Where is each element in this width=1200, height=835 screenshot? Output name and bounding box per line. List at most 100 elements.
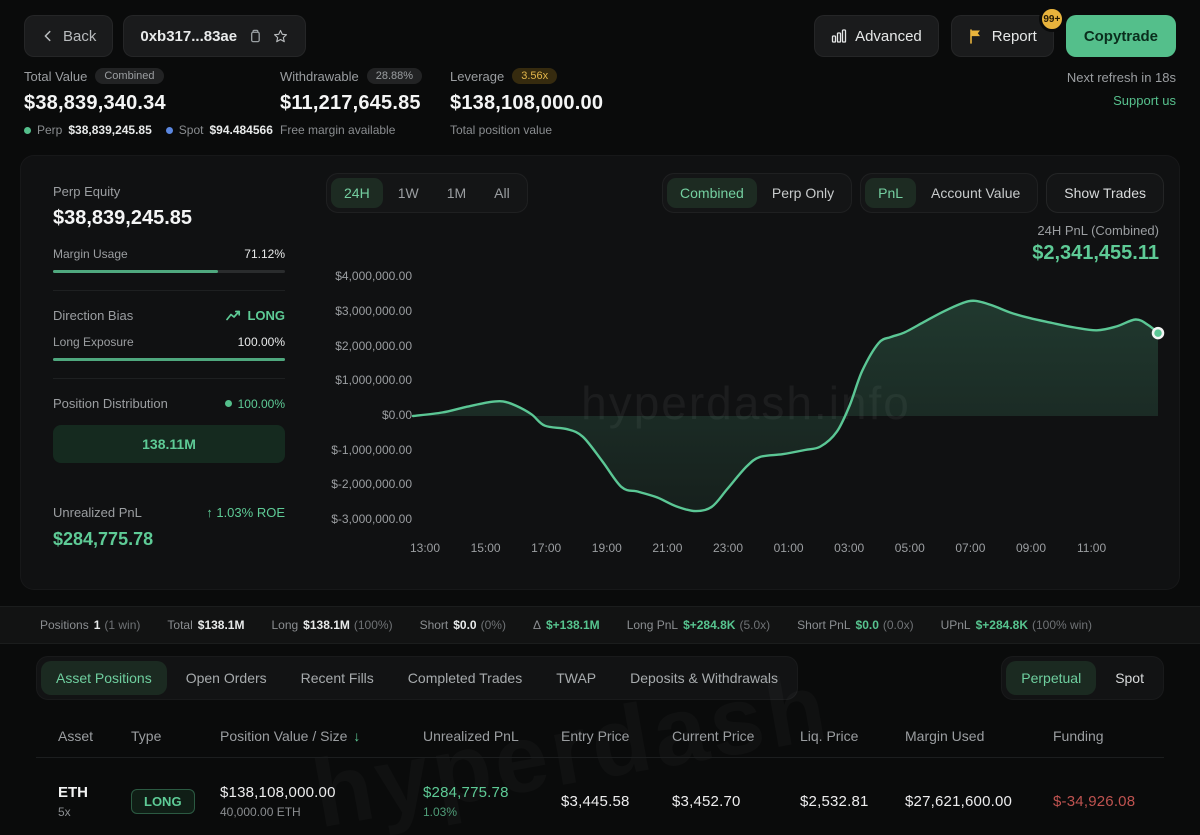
perp-value: $38,839,245.85 bbox=[68, 123, 151, 137]
star-icon[interactable] bbox=[272, 28, 289, 45]
report-button[interactable]: Report 99+ bbox=[951, 15, 1054, 57]
position-distribution-value: 100.00% bbox=[225, 397, 285, 411]
tab-recent-fills[interactable]: Recent Fills bbox=[286, 661, 389, 695]
mode-combined[interactable]: Combined bbox=[667, 178, 757, 208]
perp-label: Perp bbox=[37, 123, 62, 137]
leverage-badge: 3.56x bbox=[512, 68, 557, 84]
wallet-address: 0xb317...83ae bbox=[140, 28, 237, 45]
leverage-value: $138,108,000.00 bbox=[450, 92, 603, 115]
position-type-badge: LONG bbox=[131, 789, 195, 814]
mode-toggle: Combined Perp Only bbox=[662, 173, 852, 213]
range-tab-1m[interactable]: 1M bbox=[434, 178, 479, 208]
mode-perp-only[interactable]: Perp Only bbox=[759, 178, 847, 208]
advanced-label: Advanced bbox=[855, 28, 922, 45]
perp-dot-icon bbox=[24, 127, 31, 134]
leverage-label: Leverage bbox=[450, 69, 504, 84]
row-unrealized-pnl-pct: 1.03% bbox=[423, 805, 561, 819]
range-tab-24h[interactable]: 24H bbox=[331, 178, 383, 208]
chart-endpoint-marker bbox=[1153, 328, 1163, 338]
long-exposure-bar bbox=[53, 358, 285, 361]
back-label: Back bbox=[63, 28, 96, 45]
metric-pnl[interactable]: PnL bbox=[865, 178, 916, 208]
report-count-badge: 99+ bbox=[1039, 6, 1065, 32]
back-button[interactable]: Back bbox=[24, 15, 113, 57]
summary-short-pnl: Short PnL$0.0(0.0x) bbox=[797, 618, 913, 632]
divider bbox=[53, 290, 285, 291]
spot-value: $94.484566 bbox=[209, 123, 272, 137]
long-exposure-label: Long Exposure bbox=[53, 335, 134, 349]
copy-icon[interactable] bbox=[247, 28, 262, 44]
column-header[interactable]: Asset bbox=[58, 728, 131, 744]
divider bbox=[36, 757, 1164, 758]
support-us-link[interactable]: Support us bbox=[1067, 93, 1176, 108]
tab-deposits-withdrawals[interactable]: Deposits & Withdrawals bbox=[615, 661, 793, 695]
toggle-spot[interactable]: Spot bbox=[1100, 661, 1159, 695]
top-bar: Back 0xb317...83ae Advanced Report 99+ C… bbox=[24, 14, 1176, 58]
advanced-button[interactable]: Advanced bbox=[814, 15, 939, 57]
toggle-perpetual[interactable]: Perpetual bbox=[1006, 661, 1096, 695]
withdrawable-label: Withdrawable bbox=[280, 69, 359, 84]
range-tab-1w[interactable]: 1W bbox=[385, 178, 432, 208]
range-tab-all[interactable]: All bbox=[481, 178, 523, 208]
entry-price: $3,445.58 bbox=[561, 793, 672, 810]
combined-badge: Combined bbox=[95, 68, 163, 84]
pnl-area-chart[interactable] bbox=[381, 259, 1171, 559]
distribution-dot-icon bbox=[225, 400, 232, 407]
margin-usage-bar bbox=[53, 270, 285, 273]
wallet-address-pill[interactable]: 0xb317...83ae bbox=[123, 15, 306, 57]
direction-bias-value: LONG bbox=[226, 308, 285, 323]
column-header[interactable]: Margin Used bbox=[905, 728, 1053, 744]
spot-dot-icon bbox=[166, 127, 173, 134]
perp-equity-value: $38,839,245.85 bbox=[53, 207, 285, 230]
summary-delta: Δ$+138.1M bbox=[533, 618, 600, 632]
margin-usage-label: Margin Usage bbox=[53, 247, 128, 261]
position-size: 40,000.00 ETH bbox=[220, 805, 423, 819]
equity-chart-card: Perp Equity $38,839,245.85 Margin Usage … bbox=[20, 155, 1180, 590]
trend-up-icon bbox=[226, 310, 241, 321]
table-row-eth[interactable]: ETH 5x LONG $138,108,000.00 40,000.00 ET… bbox=[36, 770, 1164, 832]
metric-account-value[interactable]: Account Value bbox=[918, 178, 1033, 208]
funding: $-34,926.08 bbox=[1053, 793, 1164, 810]
total-value: $38,839,340.34 bbox=[24, 92, 273, 115]
column-header[interactable]: Position Value / Size↓ bbox=[220, 728, 423, 744]
report-label: Report bbox=[992, 28, 1037, 45]
account-stats: Total Value Combined $38,839,340.34 Perp… bbox=[24, 68, 1176, 140]
margin-used: $27,621,600.00 bbox=[905, 793, 1053, 810]
column-header[interactable]: Type bbox=[131, 728, 220, 744]
withdrawable-sub: Free margin available bbox=[280, 123, 422, 137]
column-header[interactable]: Current Price bbox=[672, 728, 800, 744]
tab-completed-trades[interactable]: Completed Trades bbox=[393, 661, 537, 695]
perp-equity-label: Perp Equity bbox=[53, 184, 285, 199]
tab-twap[interactable]: TWAP bbox=[541, 661, 611, 695]
section-tabs: Asset Positions Open Orders Recent Fills… bbox=[36, 656, 798, 700]
withdrawable-value: $11,217,645.85 bbox=[280, 92, 422, 115]
account-panel: Perp Equity $38,839,245.85 Margin Usage … bbox=[53, 184, 285, 550]
chart-pnl-label: 24H PnL (Combined) bbox=[1037, 223, 1159, 238]
time-range-tabs: 24H 1W 1M All bbox=[326, 173, 528, 213]
total-value-stat: Total Value Combined $38,839,340.34 Perp… bbox=[24, 68, 273, 137]
distribution-size-box: 138.11M bbox=[53, 425, 285, 463]
copytrade-button[interactable]: Copytrade bbox=[1066, 15, 1176, 57]
leverage-stat: Leverage 3.56x $138,108,000.00 Total pos… bbox=[450, 68, 603, 137]
tab-open-orders[interactable]: Open Orders bbox=[171, 661, 282, 695]
table-header: AssetTypePosition Value / Size↓Unrealize… bbox=[36, 728, 1164, 744]
summary-positions: Positions1(1 win) bbox=[40, 618, 140, 632]
column-header[interactable]: Entry Price bbox=[561, 728, 672, 744]
column-header[interactable]: Funding bbox=[1053, 728, 1164, 744]
spot-label: Spot bbox=[179, 123, 204, 137]
asset-leverage: 5x bbox=[58, 805, 131, 819]
roe-value: ↑ 1.03% ROE bbox=[206, 505, 285, 520]
margin-usage-value: 71.12% bbox=[244, 247, 285, 261]
summary-long: Long$138.1M(100%) bbox=[271, 618, 392, 632]
direction-bias-label: Direction Bias bbox=[53, 308, 133, 323]
show-trades-button[interactable]: Show Trades bbox=[1046, 173, 1164, 213]
column-header[interactable]: Liq. Price bbox=[800, 728, 905, 744]
positions-summary-bar: Positions1(1 win) Total$138.1M Long$138.… bbox=[0, 606, 1200, 644]
column-header[interactable]: Unrealized PnL bbox=[423, 728, 561, 744]
withdrawable-stat: Withdrawable 28.88% $11,217,645.85 Free … bbox=[280, 68, 422, 137]
leverage-sub: Total position value bbox=[450, 123, 603, 137]
positions-table: AssetTypePosition Value / Size↓Unrealize… bbox=[36, 728, 1164, 832]
summary-upnl: UPnL$+284.8K(100% win) bbox=[941, 618, 1092, 632]
tab-asset-positions[interactable]: Asset Positions bbox=[41, 661, 167, 695]
market-toggle: Perpetual Spot bbox=[1001, 656, 1164, 700]
